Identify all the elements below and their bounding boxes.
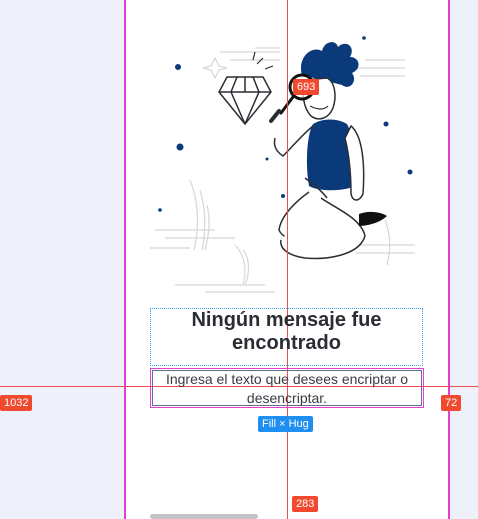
sizing-badge[interactable]: Fill × Hug	[258, 416, 313, 432]
measurement-badge-bottom: 283	[292, 496, 319, 512]
sparkle-dots	[158, 36, 413, 212]
frame-right-border	[448, 0, 450, 519]
left-canvas-area	[0, 0, 125, 519]
measurement-badge-left: 1032	[0, 395, 33, 411]
vertical-guide-line	[287, 0, 288, 519]
frame-left-border	[124, 0, 126, 519]
right-canvas-area	[449, 0, 478, 519]
empty-state-illustration	[150, 36, 415, 293]
measurement-badge-center: 693	[293, 79, 320, 95]
kneeling-person	[273, 42, 387, 260]
empty-state-title: Ningún mensaje fue encontrado	[191, 309, 382, 354]
measurement-badge-right: 72	[441, 395, 462, 411]
empty-state-description: Ingresa el texto que desees encriptar o …	[165, 371, 409, 406]
horizontal-scrollbar[interactable]	[150, 514, 258, 519]
diamond-icon	[218, 76, 272, 125]
